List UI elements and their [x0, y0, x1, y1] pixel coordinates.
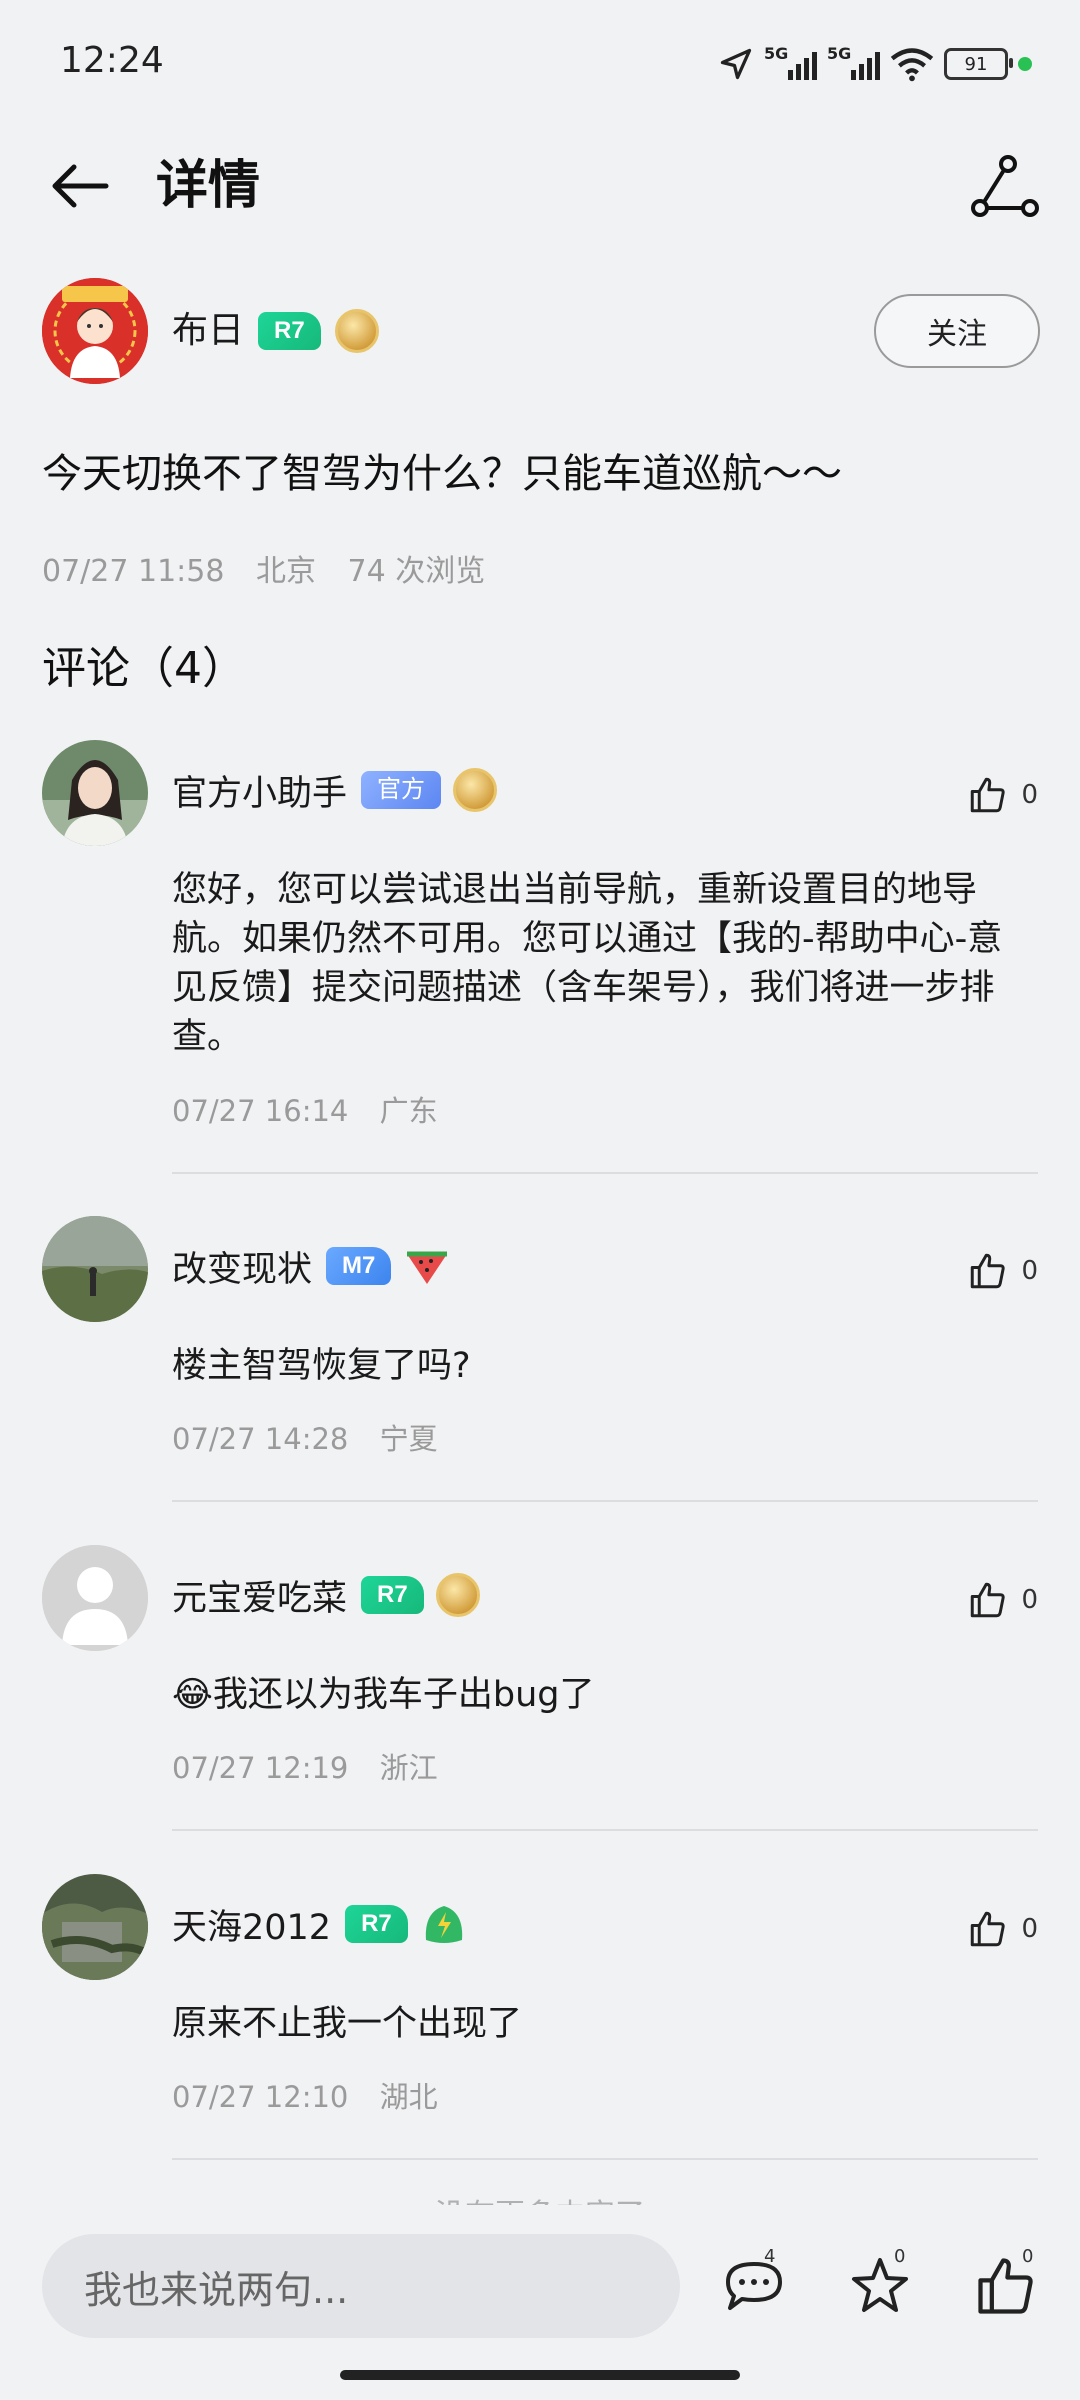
commenter-avatar[interactable] [42, 1874, 148, 1980]
author-name[interactable]: 布日 [172, 306, 244, 356]
comment-like-button[interactable]: 0 [967, 1908, 1038, 1950]
post-location: 北京 [256, 554, 316, 589]
official-badge: 官方 [361, 771, 442, 809]
comment-header: 官方小助手 官方 [172, 760, 498, 820]
like-count: 0 [1021, 1914, 1038, 1944]
thumbs-up-icon [971, 1582, 1006, 1618]
thumbs-up-icon [971, 1911, 1006, 1947]
comments-title: 评论（4） [42, 643, 246, 694]
comment-text: 原来不止我一个出现了 [172, 2004, 523, 2044]
commenter-name[interactable]: 元宝爱吃菜 [172, 1570, 347, 1621]
like-post-button[interactable]: 0 [972, 2246, 1040, 2320]
favorite-count: 0 [894, 2246, 906, 2267]
comment-header: 改变现状 M7 [172, 1236, 451, 1296]
commenter-name[interactable]: 改变现状 [172, 1241, 312, 1292]
comment-text: 😂我还以为我车子出bug了 [172, 1675, 595, 1715]
privacy-dot [1018, 57, 1032, 71]
level-badge: R7 [361, 1576, 424, 1614]
comment-date: 07/27 12:19 [172, 1751, 349, 1785]
comment-meta: 07/27 12:10 湖北 [172, 2074, 460, 2116]
medal-icon [453, 768, 498, 812]
comment-meta: 07/27 12:19 浙江 [172, 1745, 460, 1787]
location-arrow-icon [720, 48, 752, 80]
signal-2-icon: 5G [827, 44, 880, 80]
watermelon-icon [407, 1251, 448, 1284]
signal-1-icon: 5G [764, 44, 817, 80]
battery-icon: 91 [944, 48, 1013, 80]
comment-meta: 07/27 16:14 广东 [172, 1088, 460, 1130]
comment-text: 楼主智驾恢复了吗? [172, 1346, 471, 1386]
divider [172, 1500, 1038, 1502]
author-info: 布日 R7 [172, 306, 379, 356]
comment-date: 07/27 12:10 [172, 2080, 349, 2114]
comment-location: 宁夏 [379, 1422, 438, 1456]
comment-date: 07/27 16:14 [172, 1094, 349, 1128]
commenter-avatar[interactable] [42, 1545, 148, 1651]
comment-like-button[interactable]: 0 [967, 774, 1038, 816]
comment-date: 07/27 14:28 [172, 1422, 349, 1456]
follow-button[interactable]: 关注 [874, 294, 1040, 368]
page-title: 详情 [156, 156, 261, 216]
commenter-avatar[interactable] [42, 740, 148, 846]
medal-icon [435, 1573, 480, 1617]
comment-header: 天海2012 R7 [172, 1894, 468, 1954]
comment-location: 浙江 [379, 1751, 438, 1785]
back-arrow-icon[interactable] [44, 150, 116, 222]
divider [172, 1829, 1038, 1831]
commenter-name[interactable]: 官方小助手 [172, 765, 347, 816]
comment-input[interactable]: 我也来说两句... [42, 2234, 680, 2338]
like-count: 0 [1021, 780, 1038, 810]
status-icons: 5G 5G 91 [718, 44, 1032, 84]
level-badge: M7 [326, 1247, 392, 1285]
author-avatar[interactable] [42, 278, 148, 384]
divider [172, 1172, 1038, 1174]
comment-location: 湖北 [379, 2080, 438, 2114]
comment-count: 4 [764, 2246, 776, 2267]
comment-text: 您好，您可以尝试退出当前导航，重新设置目的地导航。如果仍然不可用。您可以通过【我… [172, 870, 1003, 1057]
thumbs-up-icon [971, 1253, 1006, 1289]
commenter-avatar[interactable] [42, 1216, 148, 1322]
comment-bubble-icon [726, 2262, 782, 2310]
comment-meta: 07/27 14:28 宁夏 [172, 1416, 460, 1458]
comment-header: 元宝爱吃菜 R7 [172, 1565, 480, 1625]
share-icon[interactable] [968, 150, 1040, 222]
level-badge: R7 [258, 312, 321, 350]
comment-like-button[interactable]: 0 [967, 1250, 1038, 1292]
leaf-bolt-icon [425, 1906, 462, 1943]
status-time: 12:24 [60, 40, 164, 81]
post-meta: 07/27 11:58 北京 74 次浏览 [42, 546, 507, 590]
wifi-icon [890, 48, 934, 82]
like-count: 0 [1022, 2246, 1034, 2267]
post-date: 07/27 11:58 [42, 554, 225, 589]
comment-location: 广东 [379, 1094, 438, 1128]
level-badge: R7 [345, 1905, 408, 1943]
medal-icon [334, 309, 379, 353]
like-count: 0 [1021, 1585, 1038, 1615]
commenter-name[interactable]: 天海2012 [172, 1899, 331, 1950]
home-indicator[interactable] [340, 2370, 740, 2380]
comments-button[interactable]: 4 [720, 2246, 788, 2320]
post-content: 今天切换不了智驾为什么？只能车道巡航～～ [42, 451, 842, 497]
comment-like-button[interactable]: 0 [967, 1579, 1038, 1621]
post-views: 74 次浏览 [347, 554, 486, 589]
thumbs-up-icon [971, 777, 1006, 813]
favorite-button[interactable]: 0 [846, 2246, 914, 2320]
like-count: 0 [1021, 1256, 1038, 1286]
divider [172, 2158, 1038, 2160]
